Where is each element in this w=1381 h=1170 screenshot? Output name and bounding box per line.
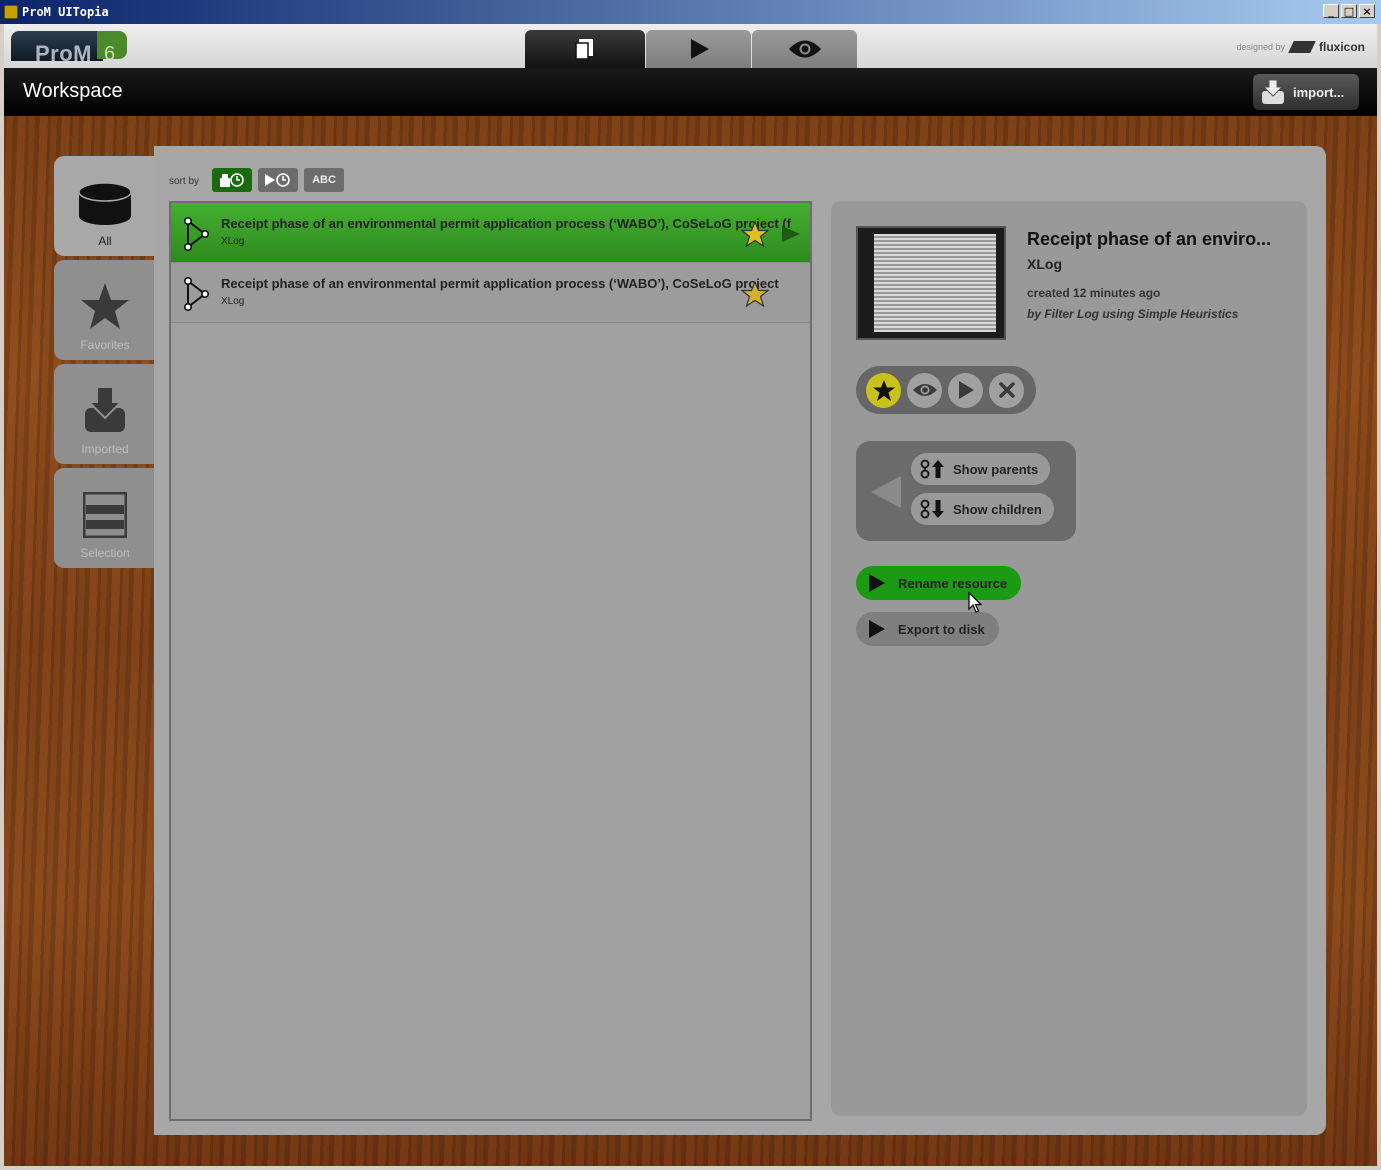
sidebar-item-favorites[interactable]: Favorites — [54, 260, 156, 360]
eye-icon — [912, 384, 937, 396]
tab-actions[interactable] — [646, 30, 751, 68]
selection-icon — [83, 492, 127, 538]
view-tabs — [525, 30, 858, 68]
page-title: Workspace — [23, 80, 123, 102]
minimize-button[interactable]: _ — [1323, 4, 1339, 18]
list-item[interactable]: Receipt phase of an environmental permit… — [171, 263, 810, 323]
sort-by-name-button[interactable]: ABC — [304, 168, 344, 192]
parents-icon — [920, 459, 944, 479]
back-arrow-icon[interactable] — [870, 475, 902, 509]
window-titlebar: ProM UITopia _ □ × — [0, 0, 1381, 24]
executed-clock-icon — [265, 173, 290, 187]
export-to-disk-button[interactable]: Export to disk — [856, 612, 999, 646]
play-icon[interactable] — [781, 225, 801, 243]
designed-by: designed by fluxicon — [1236, 40, 1365, 54]
resource-details: Receipt phase of an enviro... XLog creat… — [831, 201, 1307, 1116]
list-item[interactable]: Receipt phase of an environmental permit… — [171, 203, 810, 263]
details-title: Receipt phase of an enviro... — [1027, 229, 1272, 249]
fluxicon-logo-icon — [1288, 41, 1316, 53]
children-icon — [920, 499, 944, 519]
details-created: created 12 minutes ago — [1027, 286, 1161, 300]
app-icon — [4, 5, 18, 19]
created-clock-icon — [220, 173, 244, 187]
close-icon — [998, 382, 1015, 398]
delete-button[interactable] — [989, 372, 1024, 408]
import-button[interactable]: import... — [1253, 74, 1359, 110]
favorite-star-icon[interactable] — [741, 221, 769, 247]
play-icon — [869, 620, 885, 638]
mouse-cursor-icon — [968, 592, 982, 613]
star-icon — [81, 283, 129, 329]
sidebar-item-label: All — [98, 234, 112, 248]
log-resource-icon — [183, 217, 209, 251]
sidebar-item-all[interactable]: All — [54, 156, 156, 256]
details-provenance: by Filter Log using Simple Heuristics — [1027, 307, 1239, 321]
sort-by-label: sort by — [169, 176, 200, 187]
run-button[interactable] — [948, 372, 983, 408]
database-icon — [78, 182, 132, 225]
workspace-panel: sort by ABC Receipt phase of an environm… — [154, 146, 1326, 1135]
resource-type: XLog — [221, 236, 245, 247]
star-icon — [872, 379, 895, 401]
favorite-star-icon[interactable] — [741, 281, 769, 307]
sidebar-item-selection[interactable]: Selection — [54, 468, 156, 568]
workspace-icon — [575, 39, 593, 60]
maximize-button[interactable]: □ — [1341, 4, 1357, 18]
resource-actions — [856, 366, 1036, 414]
resource-name: Receipt phase of an environmental permit… — [221, 216, 791, 231]
show-children-button[interactable]: Show children — [911, 493, 1054, 525]
play-icon — [869, 574, 885, 592]
provenance-navigation: Show parents Show children — [856, 441, 1076, 541]
resource-list[interactable]: Receipt phase of an environmental permit… — [169, 201, 812, 1121]
log-resource-icon — [183, 277, 209, 311]
prom-logo: ProM 6 — [11, 31, 127, 66]
resource-type: XLog — [221, 296, 245, 307]
details-type: XLog — [1027, 256, 1062, 272]
close-button[interactable]: × — [1359, 4, 1375, 18]
play-icon — [690, 39, 709, 59]
rename-resource-button[interactable]: Rename resource — [856, 566, 1022, 600]
sidebar-item-label: Imported — [81, 442, 129, 456]
import-icon — [1262, 79, 1284, 104]
top-header: ProM 6 designed by fluxicon — [4, 24, 1377, 68]
tab-views[interactable] — [752, 30, 857, 68]
sidebar-item-label: Selection — [80, 546, 130, 560]
tab-workspace[interactable] — [525, 30, 645, 68]
play-icon — [958, 381, 974, 399]
workspace-bar: Workspace import... — [4, 68, 1377, 116]
import-icon — [85, 386, 125, 432]
resource-name: Receipt phase of an environmental permit… — [221, 276, 779, 291]
sort-by-created-button[interactable] — [212, 168, 252, 192]
sidebar-item-imported[interactable]: Imported — [54, 364, 156, 464]
sort-by-executed-button[interactable] — [258, 168, 298, 192]
sidebar-item-label: Favorites — [80, 338, 130, 352]
view-button[interactable] — [907, 372, 942, 408]
resource-thumbnail — [856, 226, 1006, 340]
show-parents-button[interactable]: Show parents — [911, 453, 1051, 485]
eye-icon — [788, 40, 821, 58]
favorite-button[interactable] — [866, 372, 901, 408]
window-title: ProM UITopia — [22, 5, 109, 19]
